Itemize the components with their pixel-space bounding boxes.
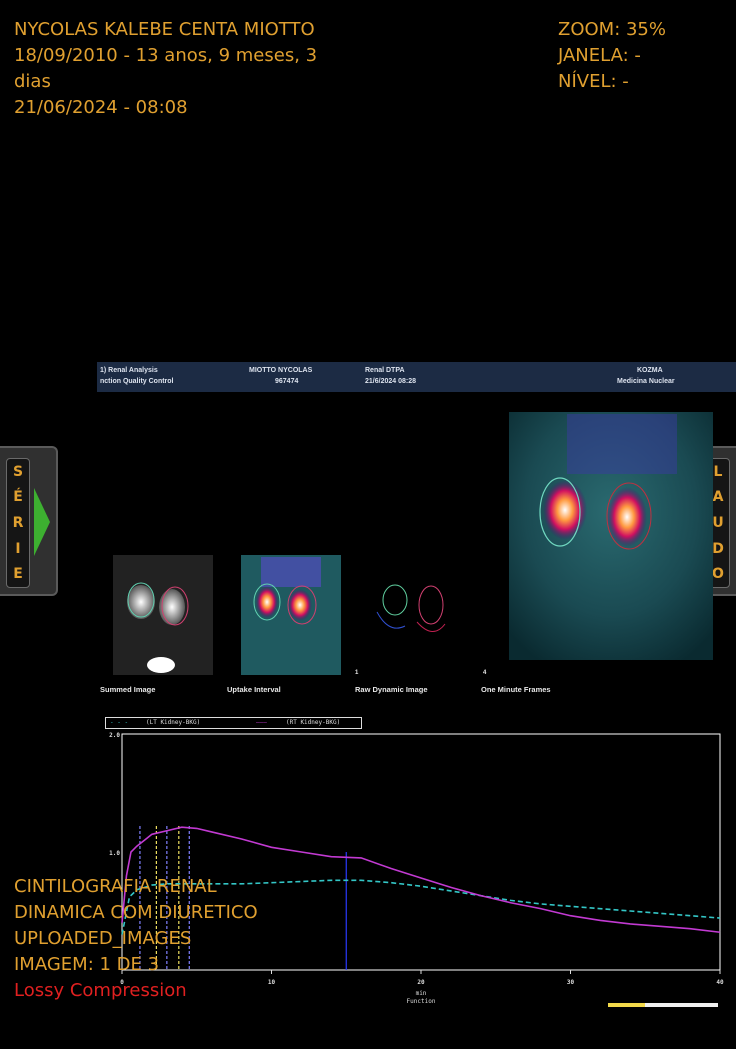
- x-tick-label: 40: [716, 979, 724, 986]
- compression-notice: Lossy Compression: [14, 980, 187, 1001]
- x-tick-label: 30: [567, 979, 575, 986]
- uptake-interval-label: Uptake Interval: [227, 685, 281, 694]
- summed-image: [113, 555, 213, 675]
- study-info: CINTILOGRAFIA RENAL DINAMICA COM DIURETI…: [14, 874, 258, 1004]
- series-letter: É: [13, 489, 23, 506]
- scale-bar: [608, 1003, 718, 1007]
- y-tick-label: 2.0: [109, 732, 120, 739]
- raw-dynamic-image: [376, 584, 446, 632]
- series-label: S É R I E: [6, 458, 30, 588]
- study-line-3: UPLOADED_IMAGES: [14, 928, 192, 949]
- study-datetime: 21/06/2024 - 08:08: [14, 97, 188, 118]
- raw-dynamic-index: 1: [355, 670, 359, 676]
- x-tick-label: 10: [268, 979, 276, 986]
- patient-name: NYCOLAS KALEBE CENTA MIOTTO: [14, 19, 315, 40]
- one-minute-frame-image: [509, 412, 713, 660]
- zoom-level: ZOOM: 35%: [558, 19, 666, 40]
- patient-info: NYCOLAS KALEBE CENTA MIOTTO 18/09/2010 -…: [14, 17, 334, 121]
- image-counter: IMAGEM: 1 DE 3: [14, 954, 160, 975]
- study-line-2: DINAMICA COM DIURETICO: [14, 902, 258, 923]
- x-axis-label: min: [416, 990, 427, 997]
- viewer-info: ZOOM: 35% JANELA: - NÍVEL: -: [558, 17, 728, 95]
- legend-lt-label: (LT Kidney-BKG): [146, 719, 201, 726]
- one-minute-index: 4: [483, 670, 487, 676]
- x-tick-label: 20: [417, 979, 425, 986]
- raw-dynamic-label: Raw Dynamic Image: [355, 685, 428, 694]
- window-value: JANELA: -: [558, 45, 641, 66]
- x-axis-sublabel: Function: [407, 998, 436, 1005]
- legend-rt-label: (RT Kidney-BKG): [286, 719, 341, 726]
- series-letter: I: [15, 540, 21, 557]
- level-value: NÍVEL: -: [558, 71, 629, 92]
- uptake-interval-image: [241, 555, 341, 675]
- arrow-right-icon: [34, 488, 50, 556]
- series-letter: R: [12, 514, 24, 531]
- y-tick-label: 1.0: [109, 850, 120, 857]
- series-button[interactable]: S É R I E: [0, 446, 58, 596]
- study-line-1: CINTILOGRAFIA RENAL: [14, 876, 217, 897]
- series-letter: S: [12, 463, 24, 480]
- summed-image-label: Summed Image: [100, 685, 156, 694]
- one-minute-frames-label: One Minute Frames: [481, 685, 551, 694]
- series-letter: E: [13, 566, 23, 583]
- chart-legend: - - - (LT Kidney-BKG) ——— (RT Kidney-BKG…: [105, 717, 362, 729]
- patient-birth: 18/09/2010 - 13 anos, 9 meses, 3 dias: [14, 45, 318, 92]
